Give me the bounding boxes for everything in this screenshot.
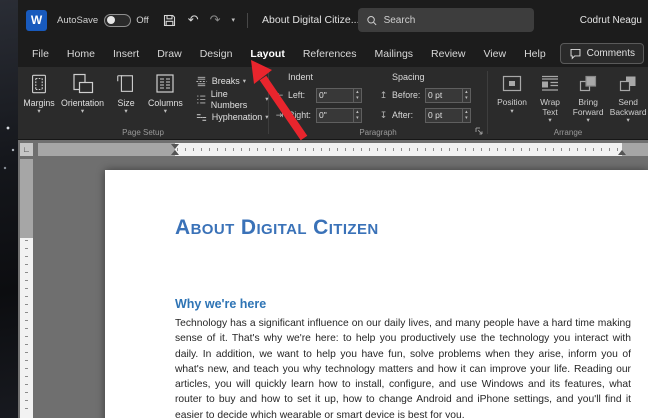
toggle-knob	[107, 16, 116, 24]
tab-insert[interactable]: Insert	[104, 40, 148, 67]
chevron-down-icon: ▾	[548, 117, 552, 125]
indent-left-input[interactable]: ▴▾	[316, 87, 362, 103]
ruler-row: ∟	[18, 140, 648, 159]
tab-mailings[interactable]: Mailings	[366, 40, 423, 67]
chevron-down-icon: ▾	[80, 108, 85, 116]
right-indent-marker[interactable]	[618, 150, 626, 155]
chevron-down-icon: ▾	[37, 108, 41, 116]
orientation-icon	[72, 73, 93, 94]
ruler-text-area	[175, 143, 622, 156]
spinner-arrows[interactable]: ▴ ▾	[352, 108, 361, 122]
vertical-ruler-text-area	[20, 238, 33, 418]
tab-references[interactable]: References	[294, 40, 366, 67]
autosave-label: AutoSave	[57, 14, 99, 26]
chevron-down-icon: ▾	[510, 107, 514, 115]
tab-file[interactable]: File	[23, 40, 58, 67]
paragraph-group: Indent ⇤ Left: ▴▾ ⇥ Right:	[269, 67, 487, 139]
indent-right-row: ⇥ Right: ▴▾	[274, 105, 373, 125]
indent-left-row: ⇤ Left: ▴▾	[274, 85, 373, 105]
search-icon	[367, 15, 377, 25]
tab-view[interactable]: View	[474, 40, 515, 67]
tab-layout[interactable]: Layout	[241, 40, 293, 67]
spacing-after-icon: ↧	[379, 109, 388, 120]
undo-icon[interactable]: ↶	[188, 12, 199, 28]
document-canvas: About Digital Citizen Why we're here Tec…	[18, 159, 648, 418]
paragraph-dialog-launcher-icon[interactable]	[474, 126, 484, 136]
tab-review[interactable]: Review	[422, 40, 474, 67]
ribbon-tab-bar: File Home Insert Draw Design Layout Refe…	[18, 40, 648, 67]
tab-help[interactable]: Help	[515, 40, 555, 67]
send-backward-icon	[620, 76, 636, 92]
spinner-arrows[interactable]: ▴ ▾	[461, 88, 470, 102]
titlebar-divider	[247, 12, 249, 28]
autosave-toggle[interactable]	[104, 13, 132, 27]
hyphenation-icon	[196, 114, 206, 121]
spacing-before-input[interactable]: ▴▾	[425, 87, 471, 103]
tab-stop-selector[interactable]: ∟	[20, 143, 33, 156]
spacing-after-input[interactable]: ▴▾	[425, 107, 471, 123]
arrange-group: Position ▾ Wrap Text ▾ Bring Forward ▾ S…	[488, 67, 648, 139]
hyphenation-button[interactable]: Hyphenation ▾	[193, 110, 271, 125]
margins-icon	[32, 74, 46, 94]
document-title-text: About Digital Citize...	[262, 14, 360, 26]
search-input[interactable]	[383, 14, 526, 26]
spinner-arrows[interactable]: ▴ ▾	[352, 88, 361, 102]
spinner-arrows[interactable]: ▴ ▾	[461, 108, 470, 122]
line-numbers-button[interactable]: Line Numbers ▾	[193, 89, 271, 110]
customize-toolbar-chevron-icon[interactable]: ▾	[232, 16, 236, 24]
title-bar: W AutoSave Off ↶ ↷ ▾ About Digital Citiz…	[18, 0, 648, 40]
comments-button[interactable]: Comments	[559, 43, 644, 64]
horizontal-ruler	[38, 143, 648, 156]
vertical-ruler	[20, 159, 33, 418]
chevron-down-icon: ▾	[586, 117, 590, 125]
position-icon	[502, 75, 522, 92]
breaks-icon	[196, 76, 207, 87]
indent-right-icon: ⇥	[275, 109, 284, 120]
chevron-down-icon: ▾	[626, 117, 630, 125]
account-name[interactable]: Codrut Neagu	[580, 0, 642, 40]
document-page[interactable]: About Digital Citizen Why we're here Tec…	[105, 170, 648, 418]
comments-icon	[570, 48, 581, 60]
columns-icon	[156, 74, 174, 93]
chevron-down-icon: ▾	[163, 108, 168, 116]
chevron-down-icon: ▾	[242, 77, 247, 85]
indent-right-input[interactable]: ▴▾	[316, 107, 362, 123]
first-line-indent-marker[interactable]	[171, 144, 179, 149]
left-indent-marker[interactable]	[171, 150, 179, 155]
size-icon	[117, 75, 133, 92]
tab-home[interactable]: Home	[58, 40, 104, 67]
arrange-group-label: Arrange	[553, 128, 583, 137]
page-setup-group-label: Page Setup	[122, 128, 164, 137]
document-body-text: Technology has a significant influence o…	[175, 318, 631, 418]
chevron-down-icon: ▾	[124, 108, 128, 116]
spacing-after-row: ↧ After: ▴▾	[378, 105, 477, 125]
line-numbers-icon	[196, 95, 206, 104]
quick-access-toolbar: ↶ ↷ ▾	[162, 12, 235, 28]
word-window: W AutoSave Off ↶ ↷ ▾ About Digital Citiz…	[18, 0, 648, 418]
breaks-button[interactable]: Breaks ▾	[193, 74, 271, 89]
ribbon: Margins ▾ Orientation ▾ Size ▾ Columns ▾…	[18, 67, 648, 140]
spacing-before-row: ↥ Before: ▴▾	[378, 85, 477, 105]
paragraph-group-label: Paragraph	[359, 128, 397, 137]
page-setup-group: Margins ▾ Orientation ▾ Size ▾ Columns ▾…	[18, 67, 271, 139]
tab-design[interactable]: Design	[191, 40, 242, 67]
wrap-text-icon	[542, 75, 558, 91]
save-icon[interactable]	[162, 13, 177, 28]
bring-forward-icon	[580, 75, 597, 92]
document-subheading: Why we're here	[175, 297, 267, 311]
search-box[interactable]	[358, 8, 534, 32]
spacing-heading: Spacing	[392, 72, 425, 82]
document-heading-title: About Digital Citizen	[175, 216, 379, 239]
spacing-before-icon: ↥	[379, 89, 388, 100]
redo-icon[interactable]: ↷	[210, 12, 221, 28]
tab-draw[interactable]: Draw	[148, 40, 191, 67]
indent-heading: Indent	[288, 72, 314, 82]
autosave-state: Off	[136, 14, 149, 26]
desktop: W AutoSave Off ↶ ↷ ▾ About Digital Citiz…	[0, 0, 648, 418]
word-logo-icon: W	[26, 9, 47, 31]
indent-left-icon: ⇤	[275, 89, 284, 100]
